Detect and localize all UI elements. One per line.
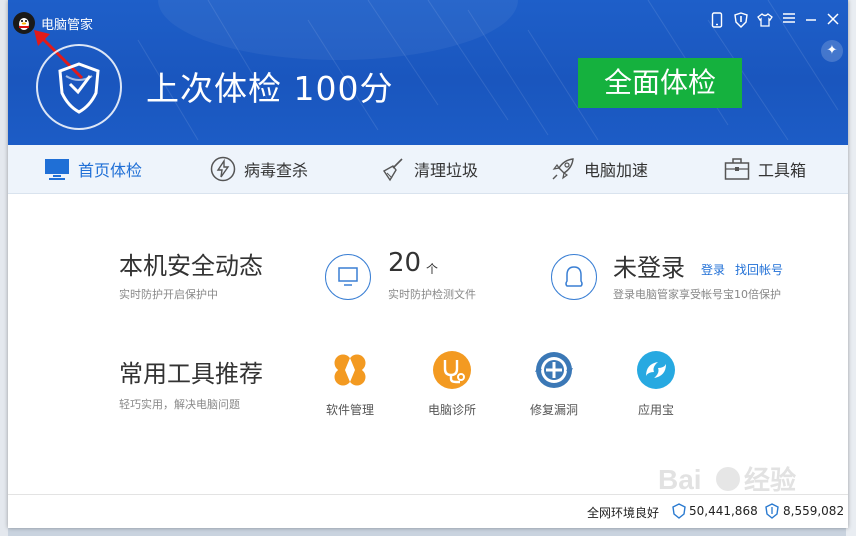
- tools-section-subtitle: 轻巧实用，解决电脑问题: [119, 398, 240, 411]
- close-icon[interactable]: [824, 12, 842, 30]
- recover-account-link[interactable]: 找回帐号: [735, 261, 783, 278]
- broom-icon: [382, 158, 403, 182]
- computer-icon: [325, 254, 371, 300]
- login-link[interactable]: 登录: [701, 261, 725, 278]
- file-count-caption: 实时防护检测文件: [388, 288, 476, 301]
- status-bar: 全网环境良好 50,441,868 8,559,082: [8, 494, 848, 528]
- tab-label: 电脑加速: [584, 161, 649, 180]
- online-count: 8,559,082: [783, 504, 845, 518]
- minimize-icon[interactable]: [802, 12, 820, 30]
- phone-icon[interactable]: [708, 12, 726, 30]
- svg-text:经验: 经验: [744, 465, 796, 495]
- title-bar[interactable]: 电脑管家: [8, 0, 848, 80]
- repair-icon: [535, 352, 573, 388]
- tab-label: 病毒查杀: [244, 161, 309, 180]
- tools-section-title: 常用工具推荐: [119, 360, 263, 388]
- app-store-icon: [637, 351, 675, 389]
- login-status: 未登录: [613, 254, 685, 282]
- lightning-icon: [210, 156, 236, 182]
- tool-label: 电脑诊所: [427, 403, 476, 417]
- app-window: 电脑管家 上次体检 100分 全面体检 ✦ 首页体检 病毒查杀 清理垃圾 电脑加…: [8, 0, 848, 528]
- security-shield-icon: [36, 44, 122, 130]
- qq-account-icon: [551, 254, 597, 300]
- main-content: 本机安全动态 实时防护开启保护中 20 个 实时防护检测文件 未登录 登录 找回…: [8, 194, 848, 494]
- header-banner: 电脑管家 上次体检 100分 全面体检 ✦: [8, 0, 848, 145]
- users-icon: [765, 503, 779, 519]
- tab-label: 工具箱: [758, 161, 807, 180]
- main-tabs: 首页体检 病毒查杀 清理垃圾 电脑加速 工具箱: [8, 145, 848, 194]
- tab-clean-junk[interactable]: 清理垃圾: [380, 145, 478, 193]
- protected-count: 50,441,868: [689, 504, 758, 518]
- menu-icon[interactable]: [780, 12, 798, 30]
- tab-label: 首页体检: [78, 161, 143, 180]
- tab-virus-scan[interactable]: 病毒查杀: [210, 145, 308, 193]
- shield-icon[interactable]: [732, 12, 750, 30]
- cloud-check-icon: [672, 503, 686, 519]
- tab-label: 清理垃圾: [414, 161, 479, 180]
- tab-home-scan[interactable]: 首页体检: [44, 145, 142, 193]
- tool-label: 修复漏洞: [529, 403, 578, 417]
- file-count: 20: [388, 248, 422, 278]
- svg-text:Bai: Bai: [658, 464, 702, 495]
- full-scan-button[interactable]: 全面体检: [578, 58, 742, 108]
- toolbox-icon: [724, 158, 750, 180]
- file-count-unit: 个: [426, 262, 439, 276]
- security-section-title: 本机安全动态: [119, 252, 263, 280]
- tool-label: 软件管理: [325, 403, 374, 417]
- sparkle-icon[interactable]: ✦: [821, 40, 843, 62]
- monitor-icon: [45, 159, 69, 180]
- shirt-icon[interactable]: [756, 12, 774, 30]
- clover-icon: [334, 354, 366, 386]
- tool-app-store[interactable]: 应用宝: [616, 350, 696, 418]
- tool-pc-clinic[interactable]: 电脑诊所: [412, 350, 492, 418]
- desktop-background-left: [0, 0, 8, 536]
- rocket-icon: [552, 158, 574, 180]
- last-scan-score: 上次体检 100分: [146, 69, 394, 108]
- tab-speed-up[interactable]: 电脑加速: [550, 145, 648, 193]
- login-caption: 登录电脑管家享受帐号宝10倍保护: [613, 288, 781, 301]
- tool-software-manager[interactable]: 软件管理: [310, 350, 390, 418]
- tool-fix-vulnerabilities[interactable]: 修复漏洞: [514, 350, 594, 418]
- tool-label: 应用宝: [637, 403, 674, 417]
- stethoscope-icon: [433, 351, 471, 389]
- app-title: 电脑管家: [41, 18, 94, 33]
- tab-toolbox[interactable]: 工具箱: [724, 145, 806, 193]
- security-section-subtitle: 实时防护开启保护中: [119, 288, 218, 301]
- network-status: 全网环境良好: [587, 506, 660, 520]
